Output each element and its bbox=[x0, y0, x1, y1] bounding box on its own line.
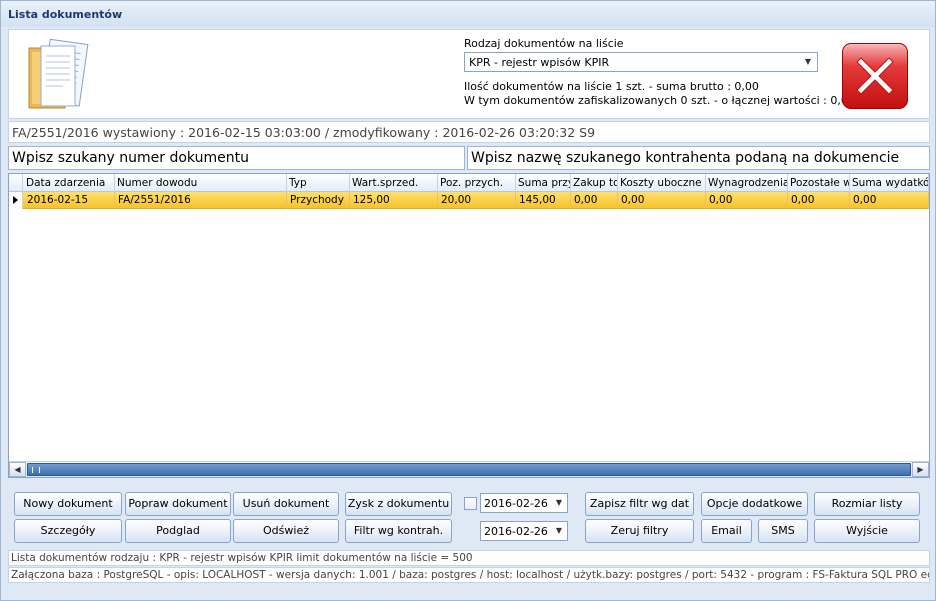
document-type-label: Rodzaj dokumentów na liście bbox=[464, 37, 624, 50]
document-number-search-input[interactable]: Wpisz szukany numer dokumentu bbox=[8, 146, 465, 170]
cell-other-income[interactable]: 20,00 bbox=[438, 192, 516, 209]
date-from-value: 2016-02-26 bbox=[484, 497, 548, 510]
window-title: Lista dokumentów bbox=[8, 8, 123, 21]
cell-other-expenses[interactable]: 0,00 bbox=[788, 192, 850, 209]
document-profit-button[interactable]: Zysk z dokumentu bbox=[345, 492, 452, 516]
close-window-button[interactable] bbox=[842, 43, 908, 109]
chevron-down-icon: ▼ bbox=[555, 498, 562, 507]
date-filter-checkbox[interactable] bbox=[464, 497, 477, 510]
new-document-button[interactable]: Nowy dokument bbox=[14, 492, 122, 516]
chevron-down-icon: ▼ bbox=[555, 526, 562, 535]
header-indicator bbox=[9, 174, 23, 192]
cell-income-sum[interactable]: 145,00 bbox=[516, 192, 571, 209]
column-header-date[interactable]: Data zdarzenia bbox=[24, 174, 115, 192]
document-list-window: Lista dokumentów Rodzaj dokumentów na li… bbox=[0, 0, 936, 601]
fiscal-count-info: W tym dokumentów zafiskalizowanych 0 szt… bbox=[464, 94, 855, 107]
column-header-side-costs[interactable]: Koszty uboczne bbox=[618, 174, 706, 192]
document-type-select[interactable]: KPR - rejestr wpisów KPIR ▼ bbox=[464, 52, 818, 72]
row-indicator bbox=[9, 192, 23, 209]
date-to-value: 2016-02-26 bbox=[484, 525, 548, 538]
document-count-info: Ilość dokumentów na liście 1 szt. - suma… bbox=[464, 80, 759, 93]
email-button[interactable]: Email bbox=[701, 519, 752, 543]
cell-type[interactable]: Przychody bbox=[287, 192, 350, 209]
preview-button[interactable]: Podglad bbox=[125, 519, 231, 543]
date-from-picker[interactable]: 2016-02-26 ▼ bbox=[480, 493, 568, 513]
column-header-number[interactable]: Numer dowodu bbox=[115, 174, 287, 192]
cell-salaries[interactable]: 0,00 bbox=[706, 192, 788, 209]
red-x-icon bbox=[856, 57, 894, 95]
column-header-goods-purchase[interactable]: Zakup towarów bbox=[571, 174, 618, 192]
documents-folder-icon bbox=[28, 38, 89, 109]
refresh-button[interactable]: Odśwież bbox=[233, 519, 339, 543]
selected-document-status: FA/2551/2016 wystawiony : 2016-02-15 03:… bbox=[8, 121, 930, 143]
scroll-right-button[interactable]: ▶ bbox=[912, 462, 929, 477]
sms-button[interactable]: SMS bbox=[758, 519, 808, 543]
edit-document-button[interactable]: Popraw dokument bbox=[125, 492, 231, 516]
cell-number[interactable]: FA/2551/2016 bbox=[115, 192, 287, 209]
table-row[interactable]: 2016-02-15 FA/2551/2016 Przychody 125,00… bbox=[9, 192, 929, 209]
column-header-salaries[interactable]: Wynagrodzenia bbox=[706, 174, 788, 192]
database-info-footer: Załączona baza : PostgreSQL - opis: LOCA… bbox=[8, 567, 930, 583]
additional-options-button[interactable]: Opcje dodatkowe bbox=[701, 492, 808, 516]
cell-goods-purchase[interactable]: 0,00 bbox=[571, 192, 618, 209]
column-header-expenses-sum[interactable]: Suma wydatków bbox=[850, 174, 929, 192]
date-to-picker[interactable]: 2016-02-26 ▼ bbox=[480, 521, 568, 541]
table-header: Data zdarzenia Numer dowodu Typ Wart.spr… bbox=[9, 174, 929, 192]
documents-table[interactable]: Data zdarzenia Numer dowodu Typ Wart.spr… bbox=[8, 173, 930, 478]
contractor-filter-button[interactable]: Filtr wg kontrah. bbox=[345, 519, 452, 543]
top-panel: Rodzaj dokumentów na liście KPR - rejest… bbox=[8, 29, 930, 119]
column-header-sales-value[interactable]: Wart.sprzed. bbox=[350, 174, 438, 192]
delete-document-button[interactable]: Usuń dokument bbox=[233, 492, 339, 516]
reset-filters-button[interactable]: Zeruj filtry bbox=[585, 519, 694, 543]
cell-sales-value[interactable]: 125,00 bbox=[350, 192, 438, 209]
column-header-other-income[interactable]: Poz. przych. bbox=[438, 174, 516, 192]
cell-date[interactable]: 2016-02-15 bbox=[24, 192, 115, 209]
details-button[interactable]: Szczegóły bbox=[14, 519, 122, 543]
contractor-search-input[interactable]: Wpisz nazwę szukanego kontrahenta podaną… bbox=[467, 146, 930, 170]
title-bar: Lista dokumentów bbox=[1, 1, 935, 27]
document-type-value: KPR - rejestr wpisów KPIR bbox=[469, 56, 610, 69]
chevron-down-icon: ▼ bbox=[804, 57, 811, 66]
save-date-filter-button[interactable]: Zapisz filtr wg dat bbox=[585, 492, 694, 516]
column-header-other-expenses[interactable]: Pozostałe wydatki bbox=[788, 174, 850, 192]
current-row-arrow-icon bbox=[13, 196, 18, 204]
cell-side-costs[interactable]: 0,00 bbox=[618, 192, 706, 209]
scroll-left-button[interactable]: ◀ bbox=[9, 462, 26, 477]
column-header-income-sum[interactable]: Suma przychodów bbox=[516, 174, 571, 192]
list-info-footer: Lista dokumentów rodzaju : KPR - rejestr… bbox=[8, 550, 930, 566]
column-header-type[interactable]: Typ bbox=[287, 174, 350, 192]
list-size-button[interactable]: Rozmiar listy bbox=[814, 492, 920, 516]
grip-icon bbox=[32, 467, 40, 473]
cell-expenses-sum[interactable]: 0,00 bbox=[850, 192, 929, 209]
scroll-thumb[interactable] bbox=[27, 463, 911, 476]
horizontal-scrollbar[interactable]: ◀ ▶ bbox=[9, 461, 929, 477]
exit-button[interactable]: Wyjście bbox=[814, 519, 920, 543]
